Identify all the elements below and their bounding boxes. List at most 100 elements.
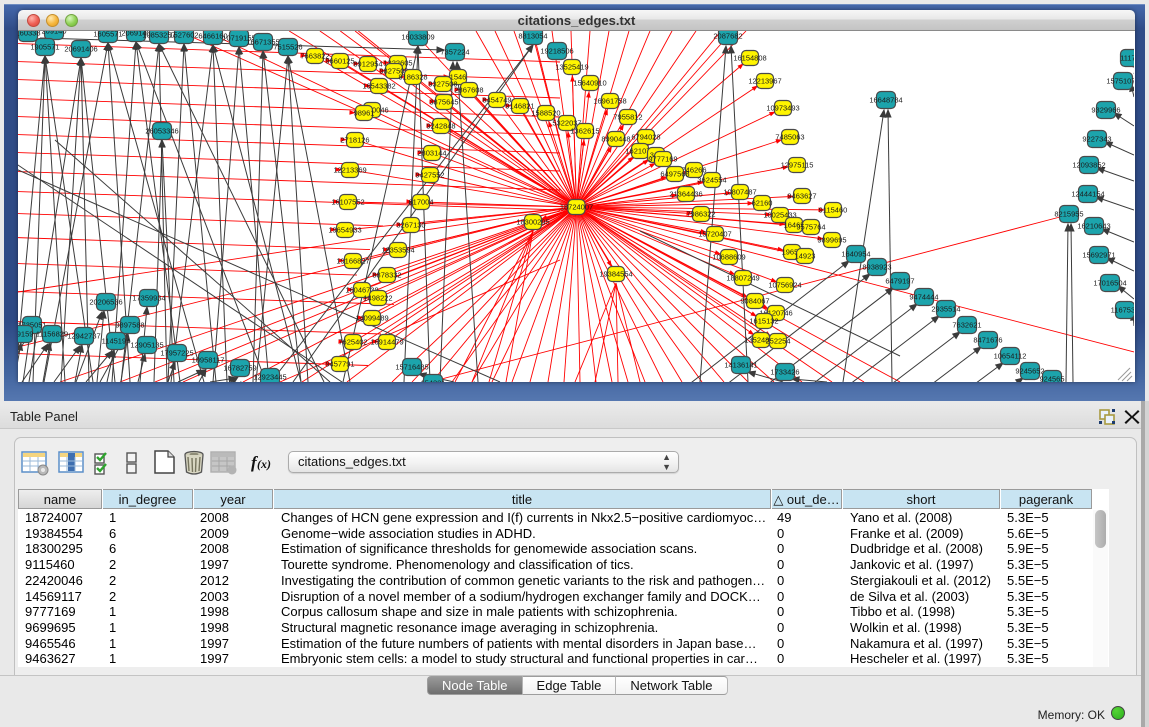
svg-text:19654933: 19654933: [328, 226, 361, 235]
svg-text:14923: 14923: [795, 252, 816, 261]
svg-text:21364436: 21364436: [669, 190, 702, 199]
svg-text:13525419: 13525419: [555, 63, 588, 72]
svg-text:17016504: 17016504: [1093, 279, 1126, 288]
svg-text:10958117: 10958117: [192, 356, 225, 365]
svg-text:2718126: 2718126: [340, 136, 369, 145]
svg-text:39159: 39159: [18, 330, 33, 339]
svg-text:10654112: 10654112: [994, 352, 1027, 361]
svg-text:160338: 160338: [18, 31, 41, 38]
svg-text:16961758: 16961758: [593, 97, 626, 106]
svg-text:10973493: 10973493: [766, 104, 799, 113]
svg-text:9777169: 9777169: [648, 155, 677, 164]
svg-text:8471676: 8471676: [973, 336, 1002, 345]
svg-text:11156829: 11156829: [36, 330, 68, 339]
svg-text:62160: 62160: [752, 199, 773, 208]
svg-text:15751074: 15751074: [1106, 77, 1134, 86]
svg-text:16782759: 16782759: [223, 364, 256, 373]
svg-text:252254: 252254: [765, 337, 790, 346]
svg-text:617004: 617004: [408, 198, 433, 207]
svg-text:1640954: 1640954: [841, 250, 870, 259]
svg-text:12905135: 12905135: [130, 341, 163, 350]
svg-text:12093852: 12093852: [1072, 161, 1105, 170]
svg-text:6479197: 6479197: [885, 277, 914, 286]
svg-text:3875645: 3875645: [429, 98, 458, 107]
svg-text:1588520: 1588520: [531, 109, 560, 118]
svg-text:7515526: 7515526: [273, 43, 302, 52]
svg-text:15640910: 15640910: [573, 79, 606, 88]
svg-text:6497568: 6497568: [660, 170, 689, 179]
svg-text:8215955: 8215955: [1054, 210, 1083, 219]
svg-text:10756924: 10756924: [768, 281, 801, 290]
svg-text:16154808: 16154808: [733, 54, 766, 63]
svg-text:3267130: 3267130: [396, 221, 425, 230]
svg-text:8878332: 8878332: [372, 271, 401, 280]
svg-text:16914479: 16914479: [370, 338, 403, 347]
svg-text:20691406: 20691406: [64, 45, 97, 54]
svg-text:15716485: 15716485: [395, 363, 428, 372]
svg-text:18724007: 18724007: [560, 203, 593, 212]
svg-text:1733426: 1733426: [770, 368, 799, 377]
svg-text:16107552: 16107552: [331, 198, 364, 207]
svg-text:8186328: 8186328: [398, 73, 427, 82]
svg-text:924565: 924565: [1039, 375, 1064, 383]
svg-text:17957225: 17957225: [160, 349, 193, 358]
svg-text:9329966: 9329966: [1091, 106, 1120, 115]
svg-text:14099489: 14099489: [355, 314, 388, 323]
svg-text:1498222: 1498222: [363, 294, 392, 303]
svg-text:1527602: 1527602: [169, 31, 198, 40]
svg-text:1167533: 1167533: [1111, 306, 1134, 315]
svg-text:1605571: 1605571: [93, 31, 122, 39]
svg-text:6794028: 6794028: [631, 133, 660, 142]
svg-text:9463627: 9463627: [787, 192, 816, 201]
svg-text:9427552: 9427552: [415, 171, 444, 180]
svg-text:8813054: 8813054: [518, 32, 547, 41]
svg-text:154321: 154321: [420, 379, 445, 383]
svg-text:16648784: 16648784: [869, 96, 902, 105]
svg-text:19166827: 19166827: [336, 257, 369, 266]
svg-text:8938923: 8938923: [862, 263, 891, 272]
svg-text:7955812: 7955812: [613, 113, 642, 122]
svg-text:7357224: 7357224: [440, 48, 469, 57]
svg-text:2935514: 2935514: [931, 305, 960, 314]
svg-text:9084067: 9084067: [740, 297, 769, 306]
svg-text:10688609: 10688609: [712, 253, 745, 262]
svg-text:1905571: 1905571: [30, 43, 59, 52]
svg-text:9575764: 9575764: [796, 223, 825, 232]
svg-text:19384554: 19384554: [599, 270, 632, 279]
svg-text:12444154: 12444154: [1071, 190, 1104, 199]
svg-text:9474444: 9474444: [909, 293, 938, 302]
svg-text:10807487: 10807487: [723, 188, 756, 197]
svg-text:9227343: 9227343: [1082, 135, 1111, 144]
svg-text:2087682: 2087682: [713, 32, 742, 41]
svg-text:8912954: 8912954: [353, 60, 382, 69]
svg-text:2867608: 2867608: [454, 86, 483, 95]
svg-text:1145194: 1145194: [102, 337, 131, 346]
svg-text:8990448: 8990448: [601, 135, 630, 144]
svg-text:2803144: 2803144: [417, 149, 446, 158]
svg-text:12213967: 12213967: [748, 77, 781, 86]
svg-text:7485063: 7485063: [775, 133, 804, 142]
svg-text:19218506: 19218506: [540, 47, 573, 56]
svg-text:20206536: 20206536: [89, 298, 122, 307]
svg-text:7632621: 7632621: [952, 321, 981, 330]
svg-text:9242848: 9242848: [426, 122, 455, 131]
svg-text:16210643: 16210643: [1077, 222, 1110, 231]
svg-text:12353594: 12353594: [381, 246, 414, 255]
svg-text:9327508: 9327508: [428, 80, 457, 89]
svg-text:(x): (x): [257, 457, 271, 471]
svg-text:1362615: 1362615: [570, 127, 599, 136]
svg-text:98961: 98961: [354, 109, 375, 118]
svg-text:26053346: 26053346: [145, 127, 178, 136]
svg-text:12213369: 12213369: [333, 166, 366, 175]
svg-text:3624554: 3624554: [697, 176, 726, 185]
svg-text:12923445: 12923445: [253, 373, 286, 382]
svg-text:18807249: 18807249: [726, 274, 759, 283]
svg-text:15720407: 15720407: [698, 230, 731, 239]
svg-text:209140: 209140: [41, 31, 66, 36]
svg-text:17359934: 17359934: [132, 294, 165, 303]
svg-text:1615132: 1615132: [749, 317, 778, 326]
svg-text:9115460: 9115460: [819, 206, 848, 215]
svg-text:9897588: 9897588: [115, 321, 144, 330]
svg-text:7625402: 7625402: [338, 338, 367, 347]
svg-text:9660125: 9660125: [325, 57, 354, 66]
